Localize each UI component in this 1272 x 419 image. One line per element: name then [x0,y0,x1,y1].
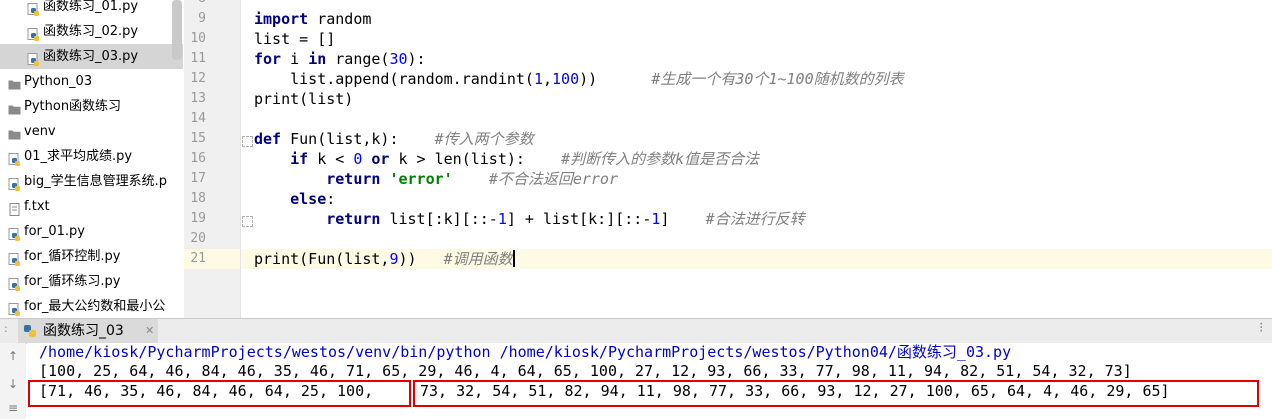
wrap-icon[interactable]: ≡ [6,401,20,415]
line-number: 9 [198,11,206,26]
tree-item-label: Python函数练习 [24,99,122,114]
tree-item[interactable]: 函数练习_03.py [0,44,183,69]
code-line[interactable]: if k < 0 or k > len(list): #判断传入的参数k值是否合… [254,149,759,169]
code-line[interactable]: for i in range(30): [254,49,426,69]
fold-marker-icon[interactable] [242,136,253,147]
tree-item-label: big_学生信息管理系统.p [24,174,168,189]
python-file-icon [27,0,40,16]
tree-item-label: f.txt [24,199,50,214]
code-line[interactable]: return list[:k][::-1] + list[k:][::-1] #… [254,209,804,229]
python-file-icon [8,300,21,316]
code-line[interactable]: list.append(random.randint(1,100)) #生成一个… [254,69,904,89]
python-run-icon [24,325,36,337]
code-line[interactable]: list = [] [254,29,335,49]
tree-item[interactable]: big_学生信息管理系统.p [0,169,183,194]
tree-item[interactable]: venv [0,119,183,144]
python-file-icon [8,175,21,191]
text-file-icon [8,200,21,216]
scroll-down-icon[interactable]: ↓ [6,377,20,391]
line-number: 10 [190,31,206,46]
highlight-box-second-part [413,380,1259,407]
code-line[interactable]: print(Fun(list,9)) #调用函数 [254,249,515,269]
line-number: 15 [190,131,206,146]
line-number: 21 [190,251,206,266]
run-panel-header: 函数练习_03 ✕ [0,318,1272,344]
python-file-icon [8,225,21,241]
tree-item[interactable]: for_最大公约数和最小公 [0,294,183,318]
console-command-line: /home/kiosk/PycharmProjects/westos/venv/… [39,343,1012,361]
tree-item[interactable]: f.txt [0,194,183,219]
tree-item-label: 函数练习_03.py [43,49,139,64]
folder-icon [8,125,21,140]
text-caret [512,250,515,267]
python-file-icon [27,25,40,41]
line-number: 20 [190,231,206,246]
tree-item-label: for_循环控制.py [24,249,121,264]
settings-gear-icon[interactable]: ⁝ [1259,320,1263,336]
code-line[interactable]: print(list) [254,89,353,109]
tree-item[interactable]: 函数练习_02.py [0,19,183,44]
python-file-icon [8,150,21,166]
line-number: 8 [184,0,206,9]
tree-item[interactable]: for_循环控制.py [0,244,183,269]
tree-item-label: 01_求平均成绩.py [24,149,133,164]
tree-item-label: 函数练习_02.py [43,24,139,39]
tree-item-label: for_01.py [24,224,85,239]
line-number: 13 [190,91,206,106]
line-number: 12 [190,71,206,86]
tree-item[interactable]: 函数练习_01.py [0,0,183,19]
tree-item-label: venv [24,124,56,139]
project-tree-scrollbar[interactable] [172,0,182,60]
scroll-up-icon[interactable]: ↑ [6,349,20,363]
tree-item[interactable]: for_01.py [0,219,183,244]
run-tab[interactable]: 函数练习_03 ✕ [18,319,158,343]
run-label-icon: : [4,322,8,335]
tree-item[interactable]: for_循环练习.py [0,269,183,294]
python-file-icon [8,275,21,291]
folder-icon [8,100,21,115]
line-number: 14 [190,111,206,126]
folder-icon [8,75,21,90]
tree-item-label: for_循环练习.py [24,274,121,289]
code-line[interactable]: else: [254,189,335,209]
project-tree[interactable]: 函数练习_01.py 函数练习_02.py 函数练习_03.py Python_03 P… [0,0,183,318]
code-line[interactable]: import random [254,9,371,29]
run-tab-label: 函数练习_03 [43,323,124,339]
python-file-icon [27,50,40,66]
line-number: 16 [190,151,206,166]
tree-item[interactable]: Python函数练习 [0,94,183,119]
close-icon[interactable]: ✕ [145,319,154,343]
line-number: 18 [190,191,206,206]
tree-item-label: 函数练习_01.py [43,0,139,14]
tree-item-label: for_最大公约数和最小公 [24,299,166,314]
run-toolbar: ↑ ↓ ≡ [0,343,26,419]
tree-item[interactable]: 01_求平均成绩.py [0,144,183,169]
code-line[interactable]: def Fun(list,k): #传入两个参数 [254,129,534,149]
tree-item-label: Python_03 [24,74,93,89]
line-number: 19 [190,211,206,226]
code-line[interactable]: return 'error' #不合法返回error [254,169,618,189]
python-file-icon [8,250,21,266]
line-number: 11 [190,51,206,66]
fold-marker-icon[interactable] [242,216,253,227]
line-number: 17 [190,171,206,186]
tree-item[interactable]: Python_03 [0,69,183,94]
console-output-list: [100, 25, 64, 46, 84, 46, 35, 46, 71, 65… [39,362,1132,380]
highlight-box-first-part [28,380,411,407]
